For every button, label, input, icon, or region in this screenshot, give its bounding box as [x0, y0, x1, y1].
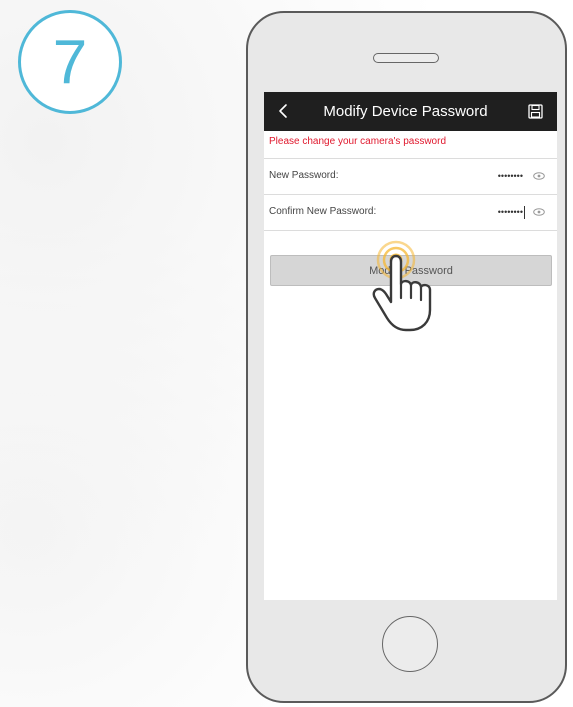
- step-number: 7: [52, 27, 88, 97]
- tap-hand-icon: [372, 240, 432, 332]
- home-button[interactable]: [382, 616, 438, 672]
- title-bar: Modify Device Password: [264, 92, 557, 131]
- divider: [264, 158, 557, 159]
- phone-frame: Modify Device Password Please change you…: [246, 11, 567, 703]
- save-icon[interactable]: [528, 104, 543, 119]
- new-password-row: New Password:: [264, 160, 557, 194]
- phone-screen: Modify Device Password Please change you…: [264, 92, 557, 600]
- password-warning: Please change your camera's password: [269, 136, 447, 147]
- chevron-left-icon[interactable]: [276, 103, 292, 119]
- eye-icon[interactable]: [533, 172, 545, 180]
- step-number-badge: 7: [18, 10, 122, 114]
- page-title: Modify Device Password: [323, 103, 488, 120]
- confirm-password-label: Confirm New Password:: [269, 206, 377, 217]
- divider: [264, 194, 557, 195]
- phone-speaker: [373, 53, 439, 63]
- new-password-label: New Password:: [269, 170, 339, 181]
- divider: [264, 230, 557, 231]
- eye-icon[interactable]: [533, 208, 545, 216]
- text-cursor: [524, 206, 525, 219]
- confirm-password-row: Confirm New Password:: [264, 196, 557, 230]
- confirm-password-input[interactable]: [459, 200, 523, 224]
- new-password-input[interactable]: [459, 164, 523, 188]
